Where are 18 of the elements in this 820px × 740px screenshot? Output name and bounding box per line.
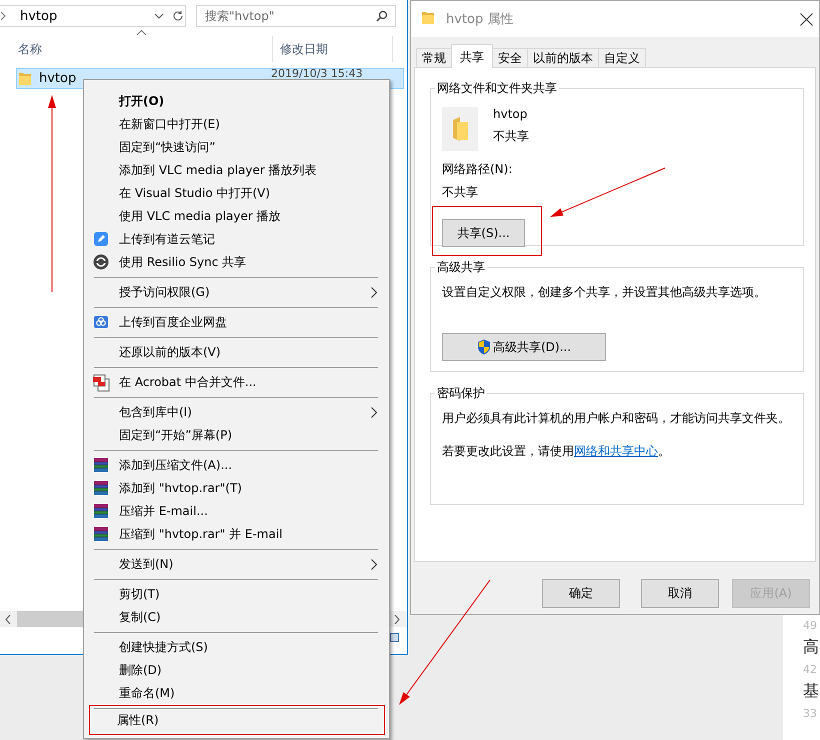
file-name: hvtop (39, 71, 78, 86)
modified-date: 2019/10/3 15:43 (271, 68, 363, 79)
folder-name: hvtop (493, 107, 528, 121)
article-title: 基 (803, 680, 820, 702)
article-stat: 42 (803, 662, 818, 678)
advanced-description: 设置自定义权限，创建多个共享，并设置其他高级共享选项。 (442, 284, 767, 301)
window-title: hvtop 属性 (446, 11, 514, 28)
article-title: 高 (803, 636, 820, 658)
network-path-label: 网络路径(N): (442, 161, 514, 178)
password-description: 用户必须具有此计算机的用户帐户和密码，才能访问共享文件夹。 (442, 410, 791, 427)
article-stat: 33 (803, 706, 818, 722)
article-stat: 49 (803, 618, 818, 634)
group-title: 网络文件和文件夹共享 (436, 80, 558, 97)
group-title: 密码保护 (436, 385, 486, 402)
settings-note: 若要更改此设置，请使用网络和共享中心。 (442, 443, 671, 460)
group-title: 高级共享 (436, 259, 486, 276)
network-path: 不共享 (442, 184, 479, 201)
share-status: 不共享 (493, 128, 529, 145)
